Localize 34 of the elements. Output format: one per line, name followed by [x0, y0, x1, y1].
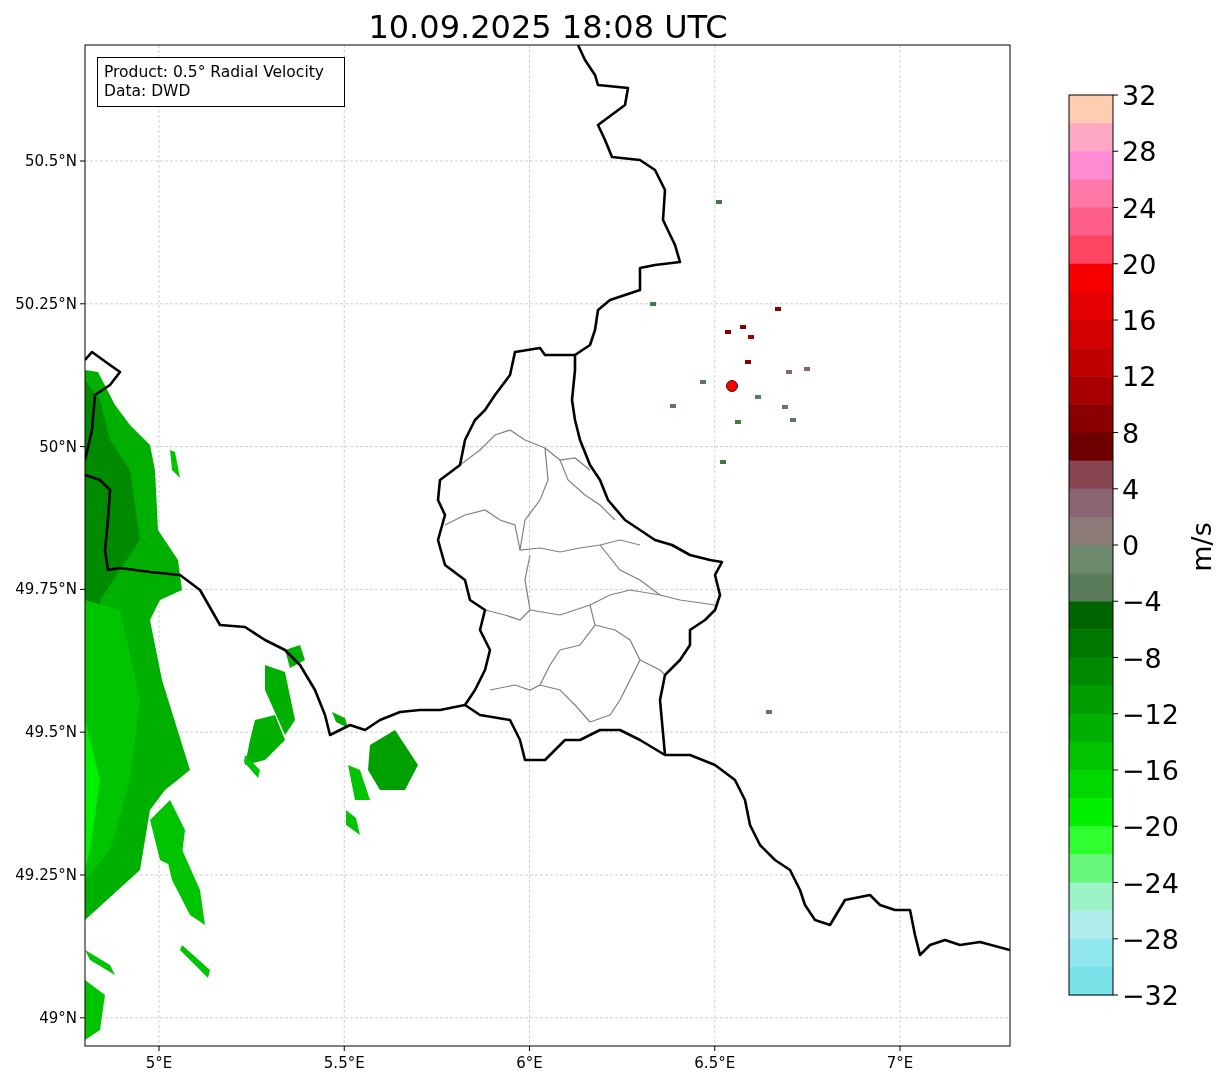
colorbar-tick-label: 12 [1122, 361, 1157, 393]
latitude-label: 50.5°N [24, 152, 77, 170]
colorbar-tick-label: −4 [1122, 586, 1162, 618]
info-text: Product: 0.5° Radial Velocity [104, 63, 324, 81]
plot-title: 10.09.2025 18:08 UTC [368, 8, 728, 46]
colorbar-tick-label: 32 [1122, 80, 1157, 111]
latitude-label: 49°N [39, 1008, 77, 1027]
radar-site-marker [726, 380, 738, 392]
colorbar-tick-label: −32 [1122, 980, 1179, 1011]
longitude-label: 6°E [516, 1054, 543, 1072]
latitude-label: 49.75°N [15, 580, 77, 599]
latitude-label: 50°N [39, 437, 77, 456]
latitude-label: 49.25°N [15, 866, 77, 884]
colorbar-tick-label: −8 [1122, 642, 1162, 674]
longitude-label: 5.5°E [323, 1054, 365, 1072]
longitude-label: 6.5°E [694, 1054, 736, 1072]
colorbar-tick-label: 20 [1122, 248, 1157, 280]
colorbar-tick-label: 0 [1122, 530, 1140, 561]
colorbar-tick-label: −12 [1122, 698, 1179, 730]
longitude-label: 5°E [145, 1054, 173, 1072]
colorbar-tick-label: −24 [1122, 867, 1179, 899]
colorbar-tick-label: −20 [1122, 811, 1179, 843]
colorbar-tick-label: 28 [1122, 136, 1157, 168]
colorbar-axis-label: m/s [1186, 522, 1217, 572]
latitude-label: 50.25°N [15, 294, 77, 313]
colorbar-tick-label: 24 [1122, 192, 1157, 224]
latitude-label: 49.5°N [24, 723, 77, 742]
colorbar-tick-label: −28 [1122, 923, 1179, 955]
colorbar-tick-label: 16 [1122, 305, 1157, 336]
info-text: Data: DWD [104, 82, 191, 100]
colorbar-tick-label: 4 [1122, 473, 1140, 505]
longitude-label: 7°E [886, 1054, 914, 1072]
colorbar-tick-label: 8 [1122, 417, 1140, 449]
colorbar-tick-label: −16 [1122, 755, 1179, 786]
